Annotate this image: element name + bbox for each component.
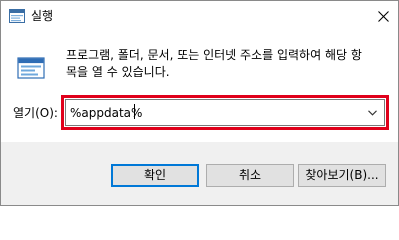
window-title: 실행: [31, 9, 54, 23]
open-label: 열기(O):: [13, 106, 58, 120]
browse-button[interactable]: 찾아보기(B)...: [298, 164, 386, 187]
run-dialog-icon: [9, 9, 25, 23]
description-line-2: 목을 열 수 있습니다.: [66, 65, 170, 79]
description-line-1: 프로그램, 폴더, 문서, 또는 인터넷 주소를 입력하여 해당 항: [66, 48, 362, 62]
text-caret: [134, 104, 135, 119]
open-combobox[interactable]: [65, 99, 385, 126]
ok-button[interactable]: 확인: [111, 164, 199, 187]
run-icon: [17, 57, 45, 79]
dropdown-button[interactable]: [362, 102, 382, 123]
cancel-button[interactable]: 취소: [206, 164, 294, 187]
close-icon: [377, 10, 389, 22]
open-input[interactable]: [68, 102, 362, 123]
close-button[interactable]: [368, 1, 398, 31]
description-text: 프로그램, 폴더, 문서, 또는 인터넷 주소를 입력하여 해당 항 목을 열 …: [66, 47, 388, 81]
run-dialog-window: 실행 프로그램, 폴더, 문서, 또는 인터넷 주소를 입력하여 해당 항 목을…: [0, 0, 399, 206]
title-bar: 실행: [1, 1, 398, 31]
chevron-down-icon: [367, 109, 377, 116]
